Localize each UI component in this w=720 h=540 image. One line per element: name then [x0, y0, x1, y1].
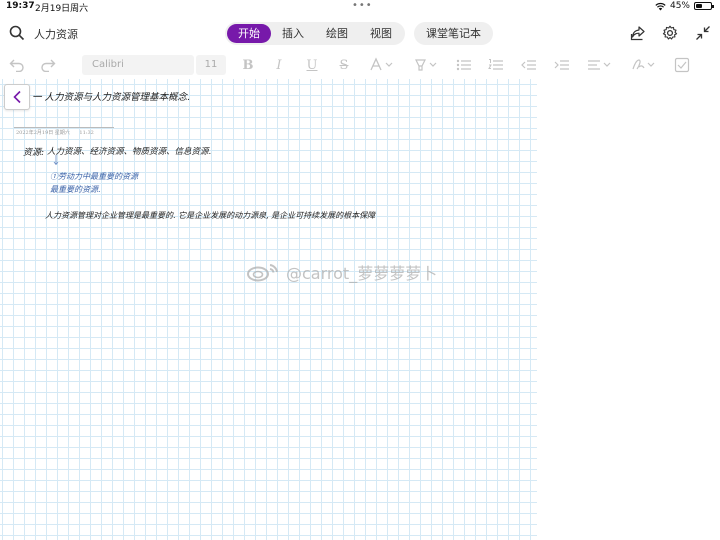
status-bar: 19:37 2月19日周六 ••• 45% — [0, 0, 720, 14]
gear-icon[interactable] — [662, 25, 678, 41]
highlighter-icon[interactable] — [412, 56, 440, 74]
format-toolbar: Calibri 11 B I U S — [0, 53, 720, 77]
search-icon[interactable] — [9, 25, 25, 41]
weibo-logo-icon — [247, 264, 278, 282]
undo-icon[interactable] — [8, 56, 26, 74]
note-heading: 一 人力资源与人力资源管理基本概念. — [32, 92, 191, 103]
outdent-icon[interactable] — [520, 56, 538, 74]
back-button[interactable] — [4, 84, 30, 110]
italic-icon[interactable]: I — [270, 56, 288, 74]
wifi-icon — [655, 2, 666, 10]
status-right: 45% — [655, 1, 714, 11]
styles-icon[interactable] — [630, 56, 658, 74]
note-paragraph: 人力资源管理对企业管理是最重要的. 它是企业发展的动力源泉, 是企业可持续发展的… — [45, 211, 376, 220]
annotation-arrow-icon — [53, 155, 59, 165]
redo-icon[interactable] — [39, 56, 57, 74]
status-time: 19:37 — [6, 1, 35, 11]
resource-label: 资源: — [23, 148, 45, 158]
numbered-list-icon[interactable] — [487, 56, 505, 74]
tab-home[interactable]: 开始 — [227, 24, 271, 43]
font-size-select[interactable]: 11 — [196, 55, 226, 75]
font-family-select[interactable]: Calibri — [82, 55, 194, 75]
status-date: 2月19日周六 — [35, 4, 89, 14]
blue-note-2: 最重要的资源. — [50, 185, 101, 194]
page-title[interactable]: 人力资源 — [34, 26, 78, 42]
multitask-dots[interactable]: ••• — [352, 0, 373, 11]
align-icon[interactable] — [586, 56, 614, 74]
battery-percent: 45% — [669, 1, 690, 11]
indent-icon[interactable] — [553, 56, 571, 74]
underline-icon[interactable]: U — [303, 56, 321, 74]
tab-view[interactable]: 视图 — [359, 24, 403, 43]
resource-list: 人力资源、经济资源、物质资源、信息资源. — [47, 147, 212, 157]
checkbox-tag-icon[interactable] — [673, 56, 691, 74]
blue-note-1: ①劳动力中最重要的资源 — [50, 172, 138, 181]
collapse-icon[interactable] — [695, 25, 711, 41]
note-date: 2022年2月19日 星期六 11:32 — [16, 130, 94, 136]
watermark-text: @carrot_萝萝萝萝卜 — [286, 264, 438, 283]
ribbon-tabs: 开始 插入 绘图 视图 — [225, 22, 405, 45]
share-icon[interactable] — [630, 25, 646, 41]
bullet-list-icon[interactable] — [455, 56, 473, 74]
tab-insert[interactable]: 插入 — [271, 24, 315, 43]
tab-draw[interactable]: 绘图 — [315, 24, 359, 43]
canvas-blank-area — [537, 79, 720, 540]
note-date-divider — [14, 127, 114, 128]
watermark: @carrot_萝萝萝萝卜 — [246, 260, 437, 284]
tab-class-notebook[interactable]: 课堂笔记本 — [414, 22, 493, 45]
bold-icon[interactable]: B — [239, 56, 257, 74]
strikethrough-icon[interactable]: S — [335, 56, 353, 74]
font-color-icon[interactable] — [368, 56, 396, 74]
battery-icon — [694, 2, 714, 10]
chevron-left-icon — [13, 90, 21, 104]
top-toolbar: 人力资源 开始 插入 绘图 视图 课堂笔记本 — [0, 18, 720, 50]
battery-fill — [696, 4, 703, 8]
